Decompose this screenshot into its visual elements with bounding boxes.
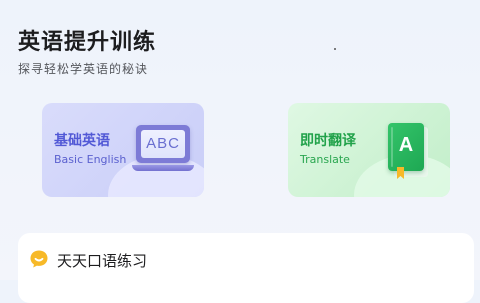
chat-bubble-icon xyxy=(30,250,48,268)
laptop-abc-icon: ABC xyxy=(132,123,198,179)
laptop-icon-text: ABC xyxy=(141,130,185,158)
page-subtitle: 探寻轻松学英语的秘诀 xyxy=(18,62,149,76)
daily-speaking-practice-panel[interactable]: 天天口语练习 xyxy=(18,233,474,303)
book-icon-letter: A xyxy=(388,123,424,171)
basic-english-card[interactable]: 基础英语 Basic English ABC xyxy=(42,103,204,197)
card-title: 即时翻译 xyxy=(300,133,356,149)
decorative-dot xyxy=(334,48,336,50)
green-book-icon: A xyxy=(388,123,428,179)
practice-title: 天天口语练习 xyxy=(57,252,148,270)
translate-card[interactable]: 即时翻译 Translate A xyxy=(288,103,450,197)
page-title: 英语提升训练 xyxy=(18,30,157,55)
card-title: 基础英语 xyxy=(54,133,110,149)
card-subtitle: Basic English xyxy=(54,153,127,166)
card-subtitle: Translate xyxy=(300,153,350,166)
